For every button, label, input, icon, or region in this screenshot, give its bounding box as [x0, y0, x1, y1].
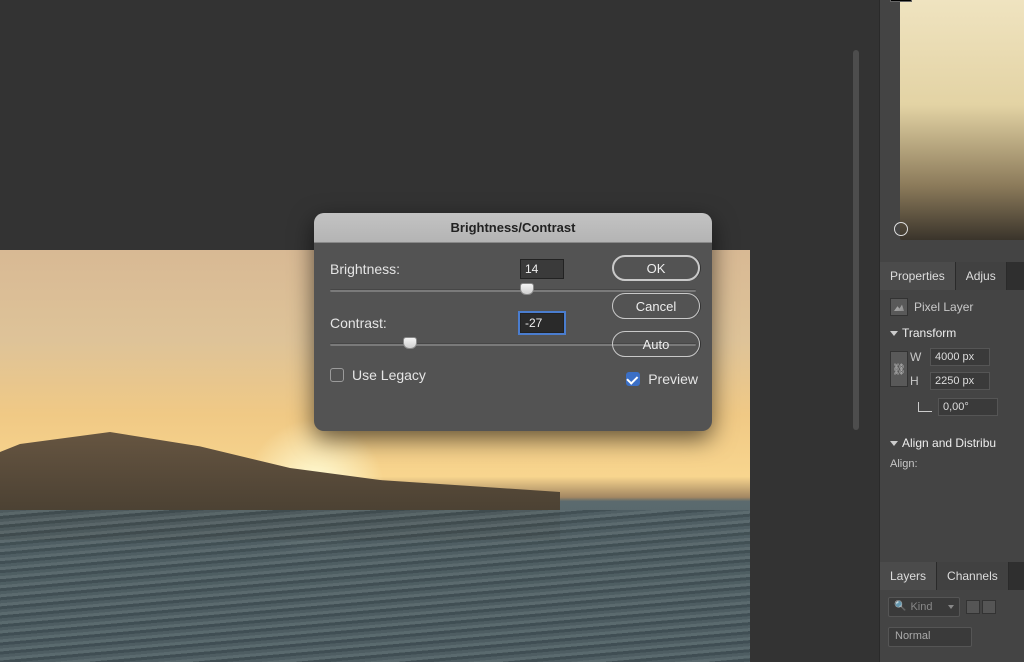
- cancel-button[interactable]: Cancel: [612, 293, 700, 319]
- ok-button[interactable]: OK: [612, 255, 700, 281]
- filter-adjust-icon[interactable]: [982, 600, 996, 614]
- transform-section-header[interactable]: Transform: [890, 326, 1014, 340]
- search-icon: 🔍: [894, 601, 906, 612]
- layers-tabbar: Layers Channels: [880, 562, 1024, 590]
- angle-input[interactable]: 0,00°: [938, 398, 998, 416]
- align-section-header[interactable]: Align and Distribu: [890, 436, 1014, 450]
- tab-properties[interactable]: Properties: [880, 262, 956, 290]
- navigator-swatch[interactable]: [890, 0, 912, 2]
- brightness-contrast-dialog: Brightness/Contrast Brightness: Contrast…: [314, 213, 712, 431]
- tab-adjustments[interactable]: Adjus: [956, 262, 1007, 290]
- preview-label: Preview: [648, 371, 698, 387]
- width-input[interactable]: 4000 px: [930, 348, 990, 366]
- chevron-down-icon: [890, 331, 898, 336]
- tab-layers[interactable]: Layers: [880, 562, 937, 590]
- pixel-layer-label: Pixel Layer: [914, 300, 973, 314]
- kind-filter-dropdown[interactable]: 🔍 Kind: [888, 597, 960, 617]
- canvas-scrollbar[interactable]: [853, 50, 859, 430]
- blend-mode-dropdown[interactable]: Normal: [888, 627, 972, 647]
- navigator-handle-icon[interactable]: [894, 222, 908, 236]
- checkbox-checked-icon[interactable]: [626, 372, 640, 386]
- layers-body: 🔍 Kind Normal: [880, 590, 1024, 653]
- dialog-title[interactable]: Brightness/Contrast: [314, 213, 712, 243]
- properties-body: Pixel Layer Transform ⛓ W 4000 px H 2250…: [880, 290, 1024, 478]
- pixel-layer-icon: [890, 298, 908, 316]
- navigator-thumbnail[interactable]: [900, 0, 1024, 240]
- kind-label: Kind: [910, 601, 932, 613]
- contrast-slider-thumb[interactable]: [403, 337, 417, 349]
- angle-icon: [918, 402, 932, 412]
- chevron-down-icon: [948, 605, 954, 609]
- transform-label: Transform: [902, 326, 956, 340]
- width-label: W: [910, 350, 930, 364]
- properties-tabbar: Properties Adjus: [880, 262, 1024, 290]
- align-label: Align:: [890, 458, 1014, 470]
- height-input[interactable]: 2250 px: [930, 372, 990, 390]
- tab-channels[interactable]: Channels: [937, 562, 1009, 590]
- brightness-label: Brightness:: [330, 261, 450, 277]
- auto-button[interactable]: Auto: [612, 331, 700, 357]
- contrast-input[interactable]: [520, 313, 564, 333]
- right-panel: Properties Adjus Pixel Layer Transform ⛓…: [880, 0, 1024, 662]
- filter-pixel-icon[interactable]: [966, 600, 980, 614]
- brightness-input[interactable]: [520, 259, 564, 279]
- preview-checkbox[interactable]: Preview: [626, 371, 698, 387]
- use-legacy-label: Use Legacy: [352, 367, 426, 383]
- height-label: H: [910, 374, 930, 388]
- link-dimensions-icon[interactable]: ⛓: [890, 351, 908, 387]
- chevron-down-icon: [890, 441, 898, 446]
- checkbox-icon[interactable]: [330, 368, 344, 382]
- contrast-label: Contrast:: [330, 315, 450, 331]
- image-sea: [0, 510, 750, 662]
- align-section-label: Align and Distribu: [902, 436, 996, 450]
- brightness-slider-thumb[interactable]: [520, 283, 534, 295]
